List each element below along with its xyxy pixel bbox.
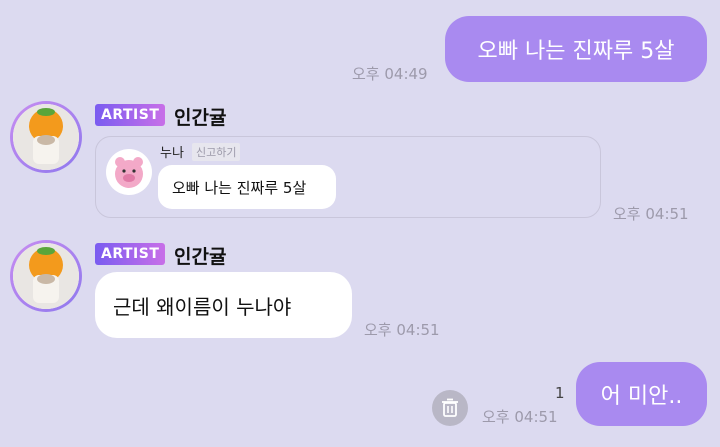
outgoing-message-bubble[interactable]: 오빠 나는 진짜루 5살 [445,16,707,82]
message-timestamp: 오후 04:51 [364,321,440,339]
incoming-message-bubble[interactable]: 근데 왜이름이 누나야 [95,272,352,338]
message-text: 오빠 나는 진짜루 5살 [477,39,675,64]
report-button[interactable]: 신고하기 [192,143,241,161]
orange-hat-avatar-icon [13,243,79,309]
delete-button[interactable] [432,390,468,426]
message-timestamp: 오후 04:51 [613,205,689,223]
message-timestamp: 오후 04:51 [482,408,558,426]
sender-name[interactable]: 인간귤 [174,103,226,130]
outgoing-message-bubble[interactable]: 어 미안.. [576,362,707,426]
message-text: 근데 왜이름이 누나야 [113,294,292,319]
pink-pig-avatar-icon [115,157,143,188]
trash-icon [442,398,458,417]
message-text: 어 미안.. [600,384,683,409]
unread-count: 1 [555,384,565,402]
artist-badge: ARTIST [95,243,166,265]
quoted-sender-name: 누나 [160,146,184,161]
artist-avatar[interactable] [10,240,82,312]
artist-avatar[interactable] [10,101,82,173]
artist-badge: ARTIST [95,104,166,126]
quoted-message-text: 오빠 나는 진짜루 5살 [172,178,307,197]
reply-card[interactable]: 누나 신고하기 오빠 나는 진짜루 5살 [95,136,601,218]
orange-hat-avatar-icon [13,104,79,170]
message-timestamp: 오후 04:49 [352,65,428,83]
quoted-message-bubble: 오빠 나는 진짜루 5살 [158,165,336,209]
sender-name[interactable]: 인간귤 [174,242,226,269]
quoted-avatar [106,149,152,195]
